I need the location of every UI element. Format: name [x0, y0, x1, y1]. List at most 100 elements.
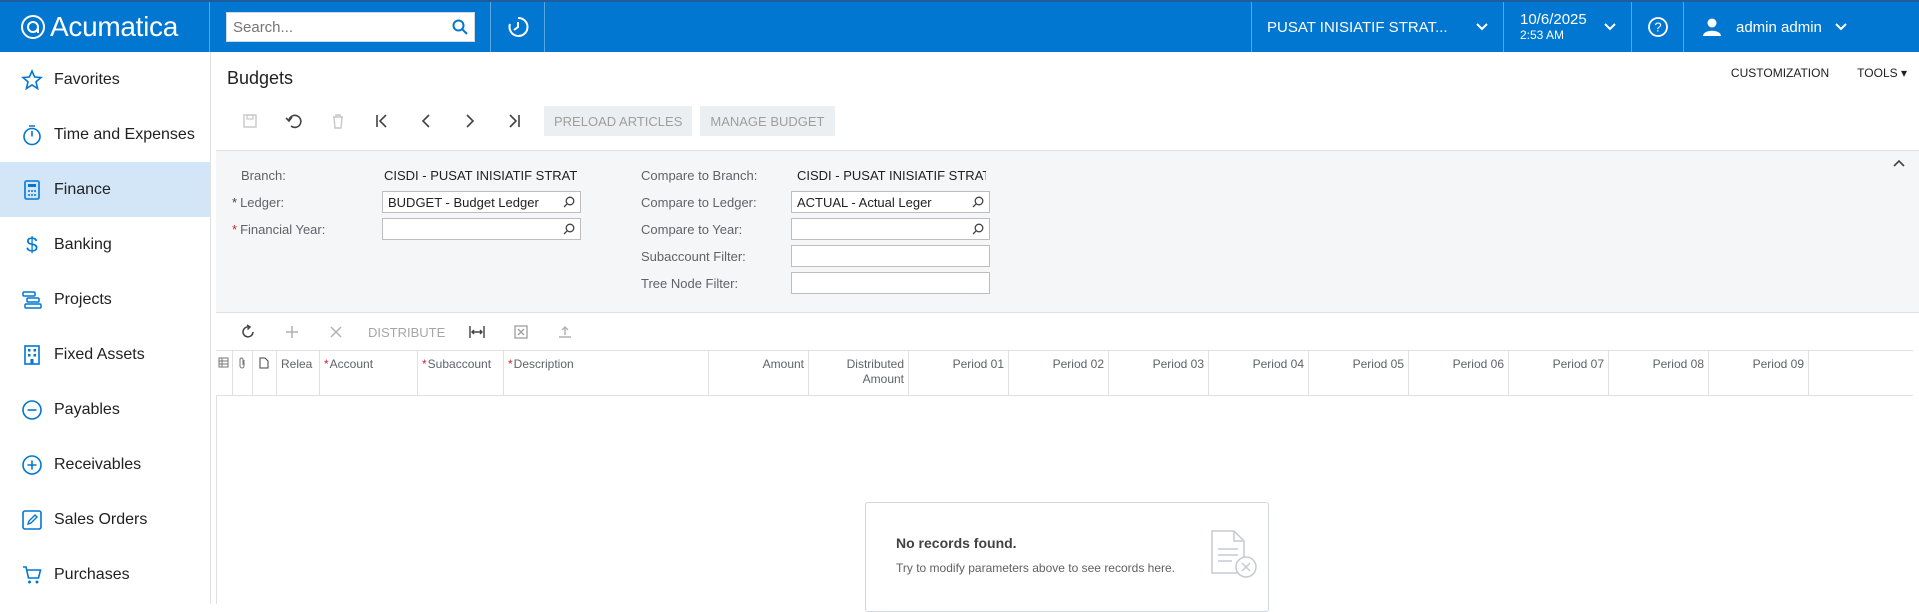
refresh-button[interactable]: [226, 317, 270, 347]
sidebar-item-receivables[interactable]: Receivables: [0, 437, 210, 492]
compare-branch-label: Compare to Branch:: [641, 167, 758, 183]
branch-row: Branch: CISDI - PUSAT INISIATIF STRAT: [232, 164, 577, 186]
column-period-01[interactable]: Period 01: [909, 351, 1009, 396]
sidebar-item-finance[interactable]: Finance: [0, 162, 210, 217]
no-records-panel: No records found. Try to modify paramete…: [865, 502, 1269, 612]
sidebar: Favorites Time and Expenses Finance $ Ba…: [0, 52, 211, 604]
logo-icon: [21, 15, 45, 39]
column-period-02[interactable]: Period 02: [1009, 351, 1109, 396]
tree-node-filter-label: Tree Node Filter:: [641, 275, 739, 291]
chevron-up-icon: [1893, 159, 1905, 167]
user-menu[interactable]: admin admin: [1683, 2, 1919, 52]
next-record-button[interactable]: [448, 106, 492, 136]
chevron-down-icon: [1604, 23, 1616, 31]
no-records-text: Try to modify parameters above to see re…: [896, 561, 1176, 575]
branch-value: CISDI - PUSAT INISIATIF STRAT: [384, 167, 577, 183]
column-period-08[interactable]: Period 08: [1609, 351, 1709, 396]
ledger-field[interactable]: BUDGET - Budget Ledger: [382, 191, 581, 213]
search-input[interactable]: Search...: [226, 12, 475, 42]
column-notes[interactable]: [253, 351, 277, 396]
sidebar-item-payables[interactable]: Payables: [0, 382, 210, 437]
manage-budget-button[interactable]: MANAGE BUDGET: [700, 106, 835, 136]
date-selector[interactable]: 10/6/2025 2:53 AM: [1503, 2, 1631, 52]
chevron-down-icon: [1476, 23, 1488, 31]
search-icon[interactable]: [452, 19, 468, 35]
empty-document-icon: [1211, 530, 1257, 578]
branch-selector[interactable]: PUSAT INISIATIF STRAT...: [1251, 2, 1503, 52]
export-excel-button[interactable]: [499, 317, 543, 347]
search-icon[interactable]: [563, 196, 575, 208]
collapse-form-button[interactable]: [1893, 157, 1905, 172]
column-subaccount[interactable]: *Subaccount: [418, 351, 504, 396]
distributed-header-line2: Amount: [862, 372, 904, 386]
sidebar-item-favorites[interactable]: Favorites: [0, 52, 210, 107]
ledger-label-text: Ledger:: [240, 194, 285, 210]
svg-text:?: ?: [1654, 20, 1661, 35]
sidebar-item-label: Time and Expenses: [54, 125, 195, 143]
compare-year-label: Compare to Year:: [641, 221, 743, 237]
column-distributed-amount[interactable]: Distributed Amount: [809, 351, 909, 396]
distribute-button[interactable]: DISTRIBUTE: [358, 325, 455, 340]
compare-ledger-value: ACTUAL - Actual Leger: [797, 194, 932, 210]
last-icon: [509, 114, 520, 128]
page-title: Budgets: [227, 68, 294, 88]
preload-articles-button[interactable]: PRELOAD ARTICLES: [544, 106, 693, 136]
save-button[interactable]: [228, 106, 272, 136]
user-name: admin admin: [1736, 18, 1822, 36]
column-files[interactable]: [233, 351, 253, 396]
compare-ledger-field[interactable]: ACTUAL - Actual Leger: [791, 191, 990, 213]
upload-button[interactable]: [543, 317, 587, 347]
column-period-03[interactable]: Period 03: [1109, 351, 1209, 396]
delete-button[interactable]: [316, 106, 360, 136]
compare-year-field[interactable]: [791, 218, 990, 240]
column-description[interactable]: *Description: [504, 351, 709, 396]
add-row-button[interactable]: [270, 317, 314, 347]
sidebar-item-purchases[interactable]: Purchases: [0, 547, 210, 602]
sidebar-item-banking[interactable]: $ Banking: [0, 217, 210, 272]
customization-menu[interactable]: CUSTOMIZATION: [1731, 66, 1829, 80]
summary-form: Branch: CISDI - PUSAT INISIATIF STRAT * L…: [216, 150, 1919, 313]
column-released[interactable]: Relea: [277, 351, 320, 396]
recent-history-button[interactable]: [491, 2, 545, 52]
column-period-04[interactable]: Period 04: [1209, 351, 1309, 396]
sidebar-item-label: Sales Orders: [54, 510, 148, 528]
column-period-06[interactable]: Period 06: [1409, 351, 1509, 396]
compare-branch-value: CISDI - PUSAT INISIATIF STRAT: [797, 167, 986, 183]
undo-icon: [285, 114, 302, 129]
acumatica-logo[interactable]: Acumatica: [0, 2, 210, 52]
column-amount[interactable]: Amount: [709, 351, 809, 396]
delete-row-button[interactable]: [314, 317, 358, 347]
column-period-09[interactable]: Period 09: [1709, 351, 1809, 396]
compare-ledger-label: Compare to Ledger:: [641, 194, 757, 210]
branch-name: PUSAT INISIATIF STRAT...: [1267, 18, 1448, 36]
tree-node-filter-field[interactable]: [791, 272, 990, 294]
previous-record-button[interactable]: [404, 106, 448, 136]
sidebar-item-projects[interactable]: Projects: [0, 272, 210, 327]
last-record-button[interactable]: [492, 106, 536, 136]
sidebar-item-sales-orders[interactable]: Sales Orders: [0, 492, 210, 547]
fit-columns-button[interactable]: [455, 317, 499, 347]
tools-menu[interactable]: TOOLS ▾: [1857, 66, 1907, 80]
search-icon[interactable]: [972, 223, 984, 235]
trash-icon: [333, 114, 343, 129]
plus-circle-icon: [20, 453, 44, 477]
financial-year-field[interactable]: [382, 218, 581, 240]
sidebar-item-fixed-assets[interactable]: Fixed Assets: [0, 327, 210, 382]
paperclip-icon: [239, 357, 245, 369]
search-icon[interactable]: [972, 196, 984, 208]
first-record-button[interactable]: [360, 106, 404, 136]
sidebar-item-time-and-expenses[interactable]: Time and Expenses: [0, 107, 210, 162]
help-button[interactable]: ?: [1631, 2, 1683, 52]
search-area: Search...: [210, 2, 491, 52]
undo-button[interactable]: [272, 106, 316, 136]
tree-node-filter-row: Tree Node Filter:: [641, 272, 990, 294]
column-account[interactable]: *Account: [320, 351, 418, 396]
subaccount-filter-field[interactable]: [791, 245, 990, 267]
column-period-05[interactable]: Period 05: [1309, 351, 1409, 396]
account-header-label: Account: [329, 357, 374, 371]
grid-settings-icon: [218, 357, 229, 368]
search-icon[interactable]: [563, 223, 575, 235]
cart-icon: [20, 563, 44, 587]
column-period-07[interactable]: Period 07: [1509, 351, 1609, 396]
column-selector[interactable]: [216, 351, 233, 396]
